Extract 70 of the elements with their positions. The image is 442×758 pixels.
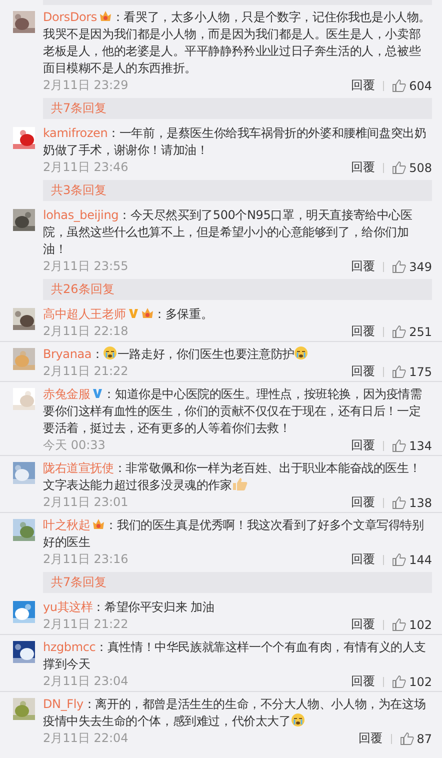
comment-time: 2月11日 22:04 bbox=[43, 730, 130, 747]
username-link[interactable]: Bryanaa bbox=[43, 347, 92, 361]
like-icon[interactable] bbox=[392, 496, 406, 509]
like-count: 102 bbox=[409, 674, 432, 688]
replies-link[interactable]: 共26条回复 bbox=[43, 279, 432, 300]
reply-link[interactable]: 回覆 bbox=[351, 258, 376, 275]
comment-text: DN_Fly：离开的，都曾是活生生的生命，不分大人物、小人物，为在这场疫情中失去生命的个体，感到难过，代价太大了 bbox=[43, 696, 427, 730]
comment-time: 2月11日 23:29 bbox=[43, 77, 130, 94]
username-link[interactable]: hzgbmcc bbox=[43, 640, 96, 654]
comment-time: 2月11日 23:04 bbox=[43, 673, 130, 690]
replies-link[interactable]: 共3条回复 bbox=[43, 180, 432, 201]
replies-link[interactable]: 共7条回复 bbox=[43, 572, 432, 593]
like-count: 175 bbox=[409, 364, 432, 378]
reply-link[interactable]: 回覆 bbox=[351, 363, 376, 380]
reply-link[interactable]: 回覆 bbox=[351, 159, 376, 176]
comment-time: 今天 00:33 bbox=[43, 437, 106, 454]
like-count: 87 bbox=[416, 732, 432, 746]
comment-text: 陇右道宣抚使：非常敬佩和你一样为老百姓、出于职业本能奋战的医生！文字表达能力超过很多没灵魂的作家 bbox=[43, 460, 422, 494]
comment-time: 2月11日 21:22 bbox=[43, 616, 130, 633]
like-count: 508 bbox=[409, 160, 432, 174]
reply-link[interactable]: 回覆 bbox=[358, 730, 383, 747]
username-link[interactable]: 叶之秋起 bbox=[43, 518, 90, 532]
comment-text: kamifrozen：一年前，是蔡医生你给我车祸骨折的外婆和腰椎间盘突出奶奶做了手术，谢谢你！请加油！ bbox=[43, 125, 428, 159]
like-count: 604 bbox=[409, 78, 432, 92]
like-count: 349 bbox=[409, 260, 432, 274]
comment-text: yu其这样：希望你平安归来 加油 bbox=[43, 599, 216, 616]
username-link[interactable]: 赤兔金服 bbox=[43, 387, 90, 401]
username-link[interactable]: DorsDors bbox=[43, 10, 97, 24]
username-link[interactable]: DN_Fly bbox=[43, 697, 84, 711]
reply-link[interactable]: 回覆 bbox=[351, 673, 376, 690]
username-link[interactable]: yu其这样 bbox=[43, 600, 93, 614]
like-icon[interactable] bbox=[392, 79, 406, 92]
reply-link[interactable]: 回覆 bbox=[351, 551, 376, 568]
comment-text: 叶之秋起 ：我们的医生真是优秀啊！我这次看到了好多个文章写得特别好的医生 bbox=[43, 517, 425, 551]
comment-time: 2月11日 23:55 bbox=[43, 258, 130, 275]
like-icon[interactable] bbox=[392, 675, 406, 688]
comment-time: 2月11日 23:01 bbox=[43, 494, 130, 511]
username-link[interactable]: 高中超人王老师 bbox=[43, 307, 126, 321]
like-count: 134 bbox=[409, 438, 432, 452]
like-icon[interactable] bbox=[392, 618, 406, 631]
like-icon[interactable] bbox=[392, 325, 406, 338]
reply-link[interactable]: 回覆 bbox=[351, 494, 376, 511]
comment-time: 2月11日 23:46 bbox=[43, 159, 130, 176]
like-icon[interactable] bbox=[392, 365, 406, 378]
like-icon[interactable] bbox=[392, 439, 406, 452]
username-link[interactable]: lohas_beijing bbox=[43, 208, 119, 222]
like-count: 138 bbox=[409, 496, 432, 510]
comment-text: DorsDors ：看哭了，太多小人物，只是个数字，记住你我也是小人物。我哭不是因为我们都是小人物，而是因为我们都是人。医生是人，小卖部老板是人，他的老婆是人。平平静静矜矜业业过日子奔生活的人，总被些面目模糊不是人的东西推折。 bbox=[43, 9, 432, 77]
comment-text: 赤兔金服 ：知道你是中心医院的医生。理性点，按班轮换，因为疫情需要你们这样有血性的医生，你们的贡献不仅仅在于现在，还有日后！一定要活着，挺过去，还有更多的人等着你们去救！ bbox=[43, 386, 423, 437]
like-icon[interactable] bbox=[392, 161, 406, 174]
comment-time: 2月11日 23:16 bbox=[43, 551, 130, 568]
reply-link[interactable]: 回覆 bbox=[351, 616, 376, 633]
comment-text: 高中超人王老师 ：多保重。 bbox=[43, 306, 214, 323]
username-link[interactable]: 陇右道宣抚使 bbox=[43, 461, 114, 475]
comment-text: Bryanaa： 一路走好，你们医生也要注意防护 bbox=[43, 346, 432, 363]
like-count: 251 bbox=[409, 324, 432, 338]
like-count: 144 bbox=[409, 552, 432, 566]
like-icon[interactable] bbox=[392, 553, 406, 566]
replies-link[interactable]: 共7条回复 bbox=[43, 98, 432, 119]
reply-link[interactable]: 回覆 bbox=[351, 437, 376, 454]
comment-text: lohas_beijing：今天尽然买到了500个N95口罩，明天直接寄给中心医院，虽然这些什么也算不上，但是希望小小的心意能够到了，给你们加油！ bbox=[43, 207, 414, 258]
comment-time: 2月11日 22:18 bbox=[43, 323, 130, 340]
like-icon[interactable] bbox=[392, 260, 406, 273]
like-count: 102 bbox=[409, 618, 432, 632]
comment-text: hzgbmcc：真性情！中华民族就靠这样一个个有血有肉，有情有义的人支撑到今天 bbox=[43, 639, 428, 673]
comment-time: 2月11日 21:22 bbox=[43, 363, 130, 380]
reply-link[interactable]: 回覆 bbox=[351, 77, 376, 94]
reply-link[interactable]: 回覆 bbox=[351, 323, 376, 340]
username-link[interactable]: kamifrozen bbox=[43, 126, 108, 140]
like-icon[interactable] bbox=[400, 732, 414, 745]
